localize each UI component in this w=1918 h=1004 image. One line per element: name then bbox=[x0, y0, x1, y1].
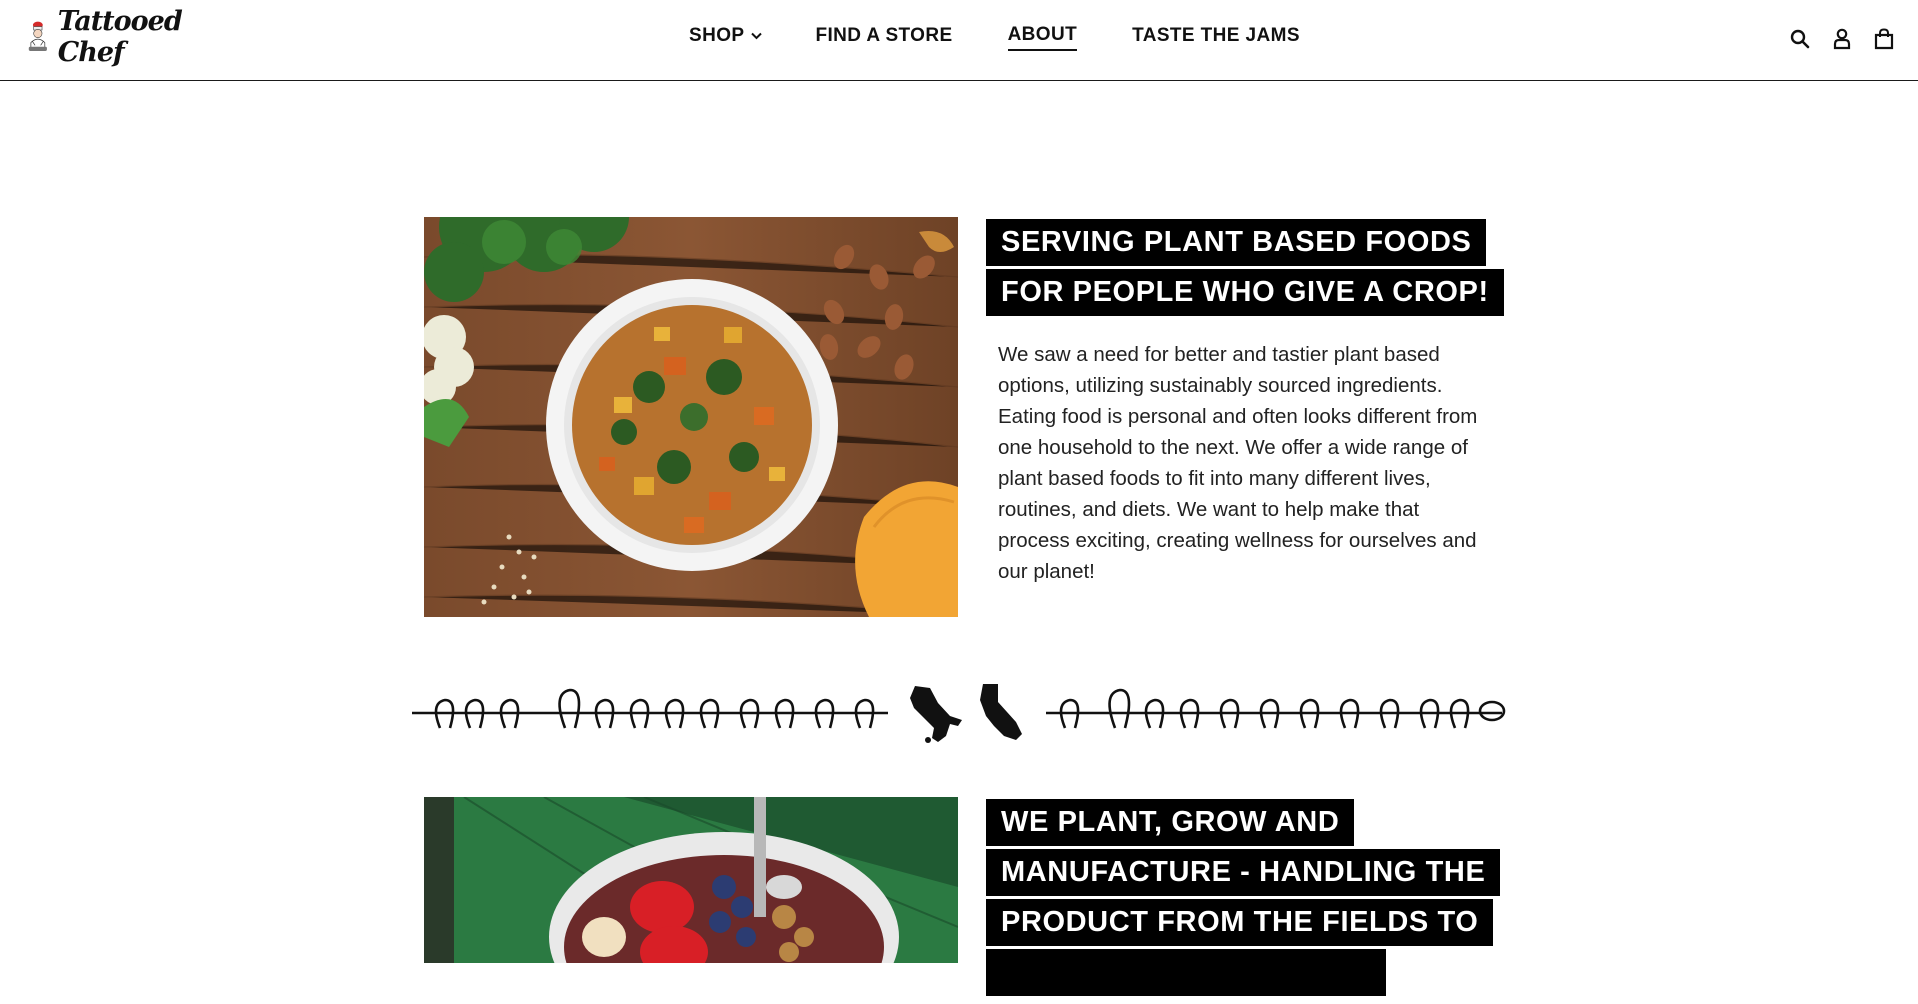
header-icons bbox=[1788, 27, 1896, 51]
nav-shop[interactable]: SHOP bbox=[689, 25, 763, 50]
nav-taste-the-jams[interactable]: TASTE THE JAMS bbox=[1132, 25, 1300, 50]
chevron-down-icon bbox=[751, 32, 763, 40]
account-icon bbox=[1833, 28, 1851, 50]
brand-name: Tattooed Chef bbox=[57, 6, 183, 68]
cart-button[interactable] bbox=[1872, 27, 1896, 51]
vine-divider-decoration bbox=[412, 684, 1506, 743]
section1-title-line-2: FOR PEOPLE WHO GIVE A CROP! bbox=[986, 269, 1504, 316]
nav-shop-label: SHOP bbox=[689, 25, 745, 46]
nav-find-a-store[interactable]: FIND A STORE bbox=[815, 25, 952, 50]
section2-title-line-3: PRODUCT FROM THE FIELDS TO bbox=[986, 899, 1494, 946]
nav-find-a-store-label: FIND A STORE bbox=[815, 25, 953, 46]
search-button[interactable] bbox=[1788, 27, 1812, 51]
main-nav: SHOP FIND A STORE ABOUT TASTE THE JAMS bbox=[689, 24, 1300, 51]
section2-title-line-4 bbox=[986, 949, 1386, 996]
section1-title: SERVING PLANT BASED FOODS FOR PEOPLE WHO… bbox=[986, 219, 1504, 319]
nav-about[interactable]: ABOUT bbox=[1007, 24, 1078, 51]
section2-title-line-1: WE PLANT, GROW AND bbox=[986, 799, 1355, 846]
nav-about-label: ABOUT bbox=[1007, 24, 1078, 45]
search-icon bbox=[1790, 29, 1810, 49]
section2-title: WE PLANT, GROW AND MANUFACTURE - HANDLIN… bbox=[986, 799, 1501, 1004]
section2-title-line-2: MANUFACTURE - HANDLING THE bbox=[986, 849, 1501, 896]
account-button[interactable] bbox=[1830, 27, 1854, 51]
site-header: Tattooed Chef SHOP FIND A STORE ABOUT TA… bbox=[0, 0, 1918, 81]
nav-taste-the-jams-label: TASTE THE JAMS bbox=[1132, 25, 1300, 46]
brand-logo[interactable]: Tattooed Chef bbox=[26, 6, 196, 68]
veggie-bowl-image bbox=[424, 217, 958, 617]
chef-mascot-icon bbox=[28, 21, 47, 51]
acai-bowl-image bbox=[424, 797, 958, 963]
cart-icon bbox=[1874, 28, 1894, 50]
section1-title-line-1: SERVING PLANT BASED FOODS bbox=[986, 219, 1487, 266]
section1-body: We saw a need for better and tastier pla… bbox=[998, 343, 1478, 583]
